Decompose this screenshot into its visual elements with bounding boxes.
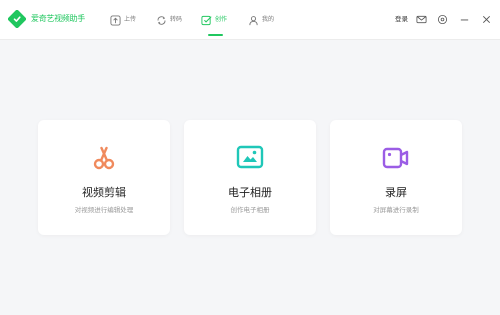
scissors-icon: [93, 146, 115, 170]
login-button[interactable]: 登录: [395, 15, 408, 23]
nav-label-mine: 我的: [262, 16, 275, 23]
mail-icon[interactable]: [416, 14, 427, 25]
top-bar: 爱奇艺视频助手 上传 转码 创作 我的 登录: [0, 0, 500, 40]
nav-item-create[interactable]: 创作: [201, 13, 227, 27]
settings-icon[interactable]: [437, 14, 448, 25]
card-description: 对屏幕进行录制: [373, 206, 419, 214]
create-icon: [201, 15, 212, 25]
photo-album-icon: [236, 145, 264, 169]
card-title: 录屏: [385, 186, 407, 199]
video-edit-card[interactable]: 视频剪辑 对视频进行编辑处理: [38, 120, 170, 235]
iqiyi-logo-icon: [8, 10, 26, 28]
screen-record-card[interactable]: 录屏 对屏幕进行录制: [330, 120, 462, 235]
app-window: 爱奇艺视频助手 上传 转码 创作 我的 登录 视频剪辑 对视频进行编辑处理 电子…: [0, 0, 500, 315]
card-title: 视频剪辑: [82, 186, 126, 199]
nav-item-transcode[interactable]: 转码: [156, 13, 182, 27]
close-icon[interactable]: [481, 14, 492, 25]
card-title: 电子相册: [228, 186, 272, 199]
active-tab-indicator: [208, 34, 223, 36]
app-title: 爱奇艺视频助手: [31, 14, 85, 23]
card-description: 创作电子相册: [230, 206, 270, 214]
minimize-icon[interactable]: [459, 14, 470, 25]
nav-label-transcode: 转码: [170, 16, 183, 23]
photo-album-card[interactable]: 电子相册 创作电子相册: [184, 120, 316, 235]
transcode-icon: [157, 15, 166, 25]
nav-label-upload: 上传: [124, 16, 137, 23]
card-description: 对视频进行编辑处理: [74, 206, 134, 214]
user-icon: [249, 15, 258, 25]
nav-item-upload[interactable]: 上传: [110, 13, 136, 27]
nav-label-create: 创作: [215, 16, 228, 23]
upload-icon: [110, 14, 121, 26]
nav-item-mine[interactable]: 我的: [248, 13, 274, 27]
video-camera-icon: [382, 147, 409, 169]
